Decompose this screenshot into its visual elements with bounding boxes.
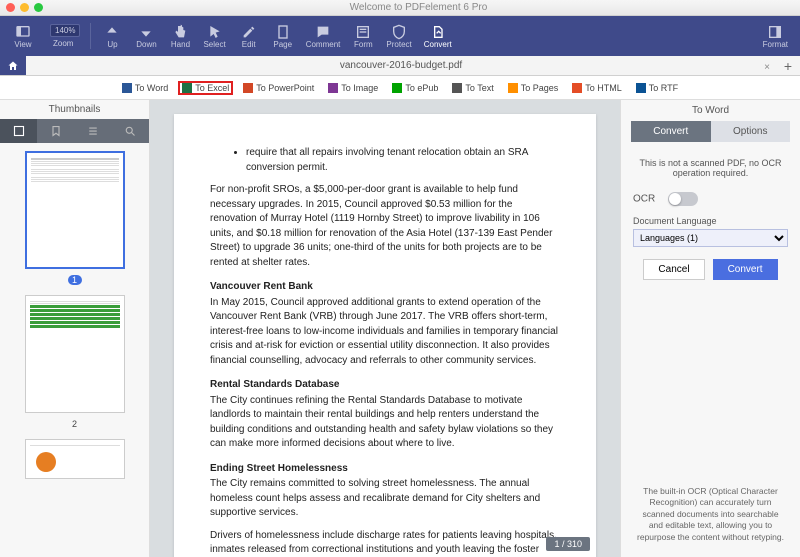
search-mode-button[interactable]: [112, 119, 149, 143]
form-button[interactable]: Form: [346, 22, 380, 51]
outline-mode-button[interactable]: [75, 119, 112, 143]
thumbnail-page-3[interactable]: [25, 439, 125, 479]
thumbnails-mode-button[interactable]: [0, 119, 37, 143]
main-toolbar: View 140% Zoom Up Down Hand Select Edit …: [0, 16, 800, 56]
convert-format-bar: To Word To Excel To PowerPoint To Image …: [0, 76, 800, 100]
page-down-button[interactable]: Down: [129, 22, 163, 51]
to-word-button[interactable]: To Word: [118, 81, 172, 95]
convert-label: Convert: [424, 40, 452, 49]
to-word-label: To Word: [135, 83, 168, 93]
scan-note: This is not a scanned PDF, no OCR operat…: [633, 158, 788, 178]
to-rtf-button[interactable]: To RTF: [632, 81, 682, 95]
minimize-window-button[interactable]: [20, 3, 29, 12]
doc-language-label: Document Language: [633, 216, 788, 226]
doc-language-select[interactable]: Languages (1): [633, 229, 788, 247]
to-epub-button[interactable]: To ePub: [388, 81, 442, 95]
zoom-label: Zoom: [53, 39, 73, 48]
convert-side-panel: To Word Convert Options This is not a sc…: [620, 100, 800, 557]
to-html-button[interactable]: To HTML: [568, 81, 626, 95]
format-button[interactable]: Format: [757, 22, 794, 51]
to-html-label: To HTML: [585, 83, 622, 93]
zoom-window-button[interactable]: [34, 3, 43, 12]
to-excel-button[interactable]: To Excel: [178, 81, 233, 95]
protect-button[interactable]: Protect: [380, 22, 417, 51]
thumbnail-page-1[interactable]: [25, 151, 125, 269]
page-button[interactable]: Page: [266, 22, 300, 51]
edit-button[interactable]: Edit: [232, 22, 266, 51]
to-image-label: To Image: [341, 83, 378, 93]
toolbar-divider: [90, 23, 91, 49]
thumbnail-2-number: 2: [8, 419, 141, 429]
to-pages-button[interactable]: To Pages: [504, 81, 563, 95]
page-up-button[interactable]: Up: [95, 22, 129, 51]
page-indicator[interactable]: 1 / 310: [546, 537, 590, 551]
side-tab-options[interactable]: Options: [711, 121, 791, 142]
ocr-label: OCR: [633, 194, 655, 205]
to-epub-label: To ePub: [405, 83, 438, 93]
comment-label: Comment: [306, 40, 341, 49]
thumbnails-mode-bar: [0, 119, 149, 143]
convert-action-button[interactable]: Convert: [713, 259, 778, 280]
doc-p4: The City remains committed to solving st…: [210, 477, 560, 521]
protect-label: Protect: [386, 40, 411, 49]
window-title: Welcome to PDFelement 6 Pro: [43, 2, 794, 13]
doc-p2: In May 2015, Council approved additional…: [210, 296, 560, 369]
to-pages-label: To Pages: [521, 83, 559, 93]
doc-h2: Rental Standards Database: [210, 378, 560, 393]
add-tab-button[interactable]: +: [776, 58, 800, 74]
window-titlebar: Welcome to PDFelement 6 Pro: [0, 0, 800, 16]
to-text-button[interactable]: To Text: [448, 81, 497, 95]
view-button[interactable]: View: [6, 22, 40, 51]
to-ppt-label: To PowerPoint: [256, 83, 314, 93]
doc-h1: Vancouver Rent Bank: [210, 280, 560, 295]
to-text-label: To Text: [465, 83, 493, 93]
view-label: View: [14, 40, 31, 49]
cancel-button[interactable]: Cancel: [643, 259, 704, 280]
home-tab[interactable]: [0, 56, 26, 75]
document-viewer[interactable]: require that all repairs involving tenan…: [150, 100, 620, 557]
to-powerpoint-button[interactable]: To PowerPoint: [239, 81, 318, 95]
to-image-button[interactable]: To Image: [324, 81, 382, 95]
ocr-toggle[interactable]: [668, 192, 698, 206]
hand-tool-button[interactable]: Hand: [163, 22, 197, 51]
doc-h3: Ending Street Homelessness: [210, 462, 560, 477]
thumbnail-page-2[interactable]: [25, 295, 125, 413]
side-tab-convert[interactable]: Convert: [631, 121, 711, 142]
to-excel-label: To Excel: [195, 83, 229, 93]
comment-button[interactable]: Comment: [300, 22, 347, 51]
bookmarks-mode-button[interactable]: [37, 119, 74, 143]
close-window-button[interactable]: [6, 3, 15, 12]
edit-label: Edit: [242, 40, 256, 49]
zoom-value[interactable]: 140%: [50, 24, 80, 37]
thumbnails-list[interactable]: 1 2: [0, 143, 149, 557]
down-label: Down: [136, 40, 156, 49]
form-label: Form: [354, 40, 373, 49]
thumbnail-1-number: 1: [68, 275, 82, 285]
document-tab-bar: vancouver-2016-budget.pdf × +: [0, 56, 800, 76]
hand-label: Hand: [171, 40, 190, 49]
document-tab-label: vancouver-2016-budget.pdf: [340, 60, 462, 71]
document-tab[interactable]: vancouver-2016-budget.pdf ×: [26, 60, 776, 71]
page-label: Page: [273, 40, 292, 49]
convert-button[interactable]: Convert: [418, 22, 458, 51]
side-panel-title: To Word: [621, 100, 800, 121]
thumbnails-title: Thumbnails: [0, 100, 149, 119]
format-label: Format: [763, 40, 788, 49]
doc-p5: Drivers of homelessness include discharg…: [210, 529, 560, 557]
select-tool-button[interactable]: Select: [197, 22, 231, 51]
doc-p1: For non-profit SROs, a $5,000-per-door g…: [210, 183, 560, 270]
thumbnails-panel: Thumbnails 1 2: [0, 100, 150, 557]
doc-bullet: require that all repairs involving tenan…: [246, 146, 560, 175]
close-tab-button[interactable]: ×: [764, 62, 770, 73]
select-label: Select: [203, 40, 225, 49]
to-rtf-label: To RTF: [649, 83, 678, 93]
document-page: require that all repairs involving tenan…: [174, 114, 596, 557]
zoom-control[interactable]: 140% Zoom: [40, 22, 86, 50]
doc-p3: The City continues refining the Rental S…: [210, 394, 560, 452]
ocr-footer-note: The built-in OCR (Optical Character Reco…: [621, 476, 800, 557]
up-label: Up: [107, 40, 117, 49]
